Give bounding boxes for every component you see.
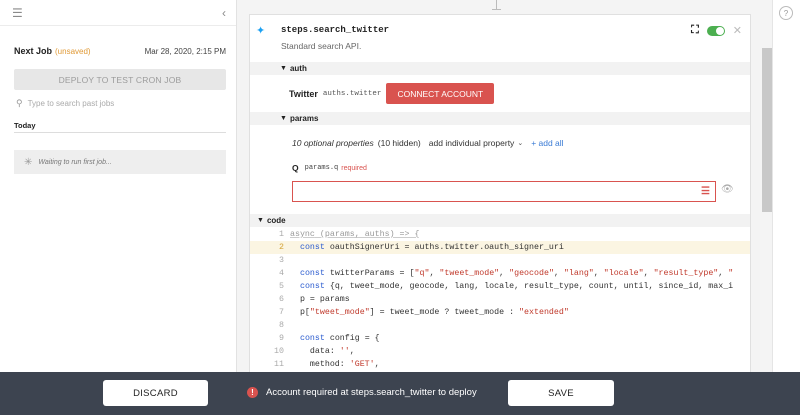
auth-section-header[interactable]: ▼ auth — [250, 62, 750, 75]
line-number: 3 — [279, 256, 284, 265]
line-number: 7 — [279, 308, 284, 317]
add-property-dropdown[interactable]: add individual property — [429, 138, 515, 148]
past-jobs-search[interactable]: ⚲ Type to search past jobs — [16, 96, 226, 110]
code-section-header[interactable]: ▼ code — [250, 214, 750, 227]
line-number: 11 — [274, 360, 284, 369]
auth-service-code: auths.twitter — [322, 89, 382, 98]
step-description: Standard search API. — [281, 41, 362, 51]
code-line: 1 async (params, auths) => { — [250, 228, 750, 241]
params-section-header[interactable]: ▼ params — [250, 112, 750, 125]
code-text: data: '', — [290, 347, 355, 356]
code-text: const twitterParams = ["q", "tweet_mode"… — [299, 269, 734, 278]
line-number: 1 — [279, 230, 284, 239]
scrollbar-thumb[interactable] — [762, 48, 772, 212]
optional-properties-row: 10 optional properties (10 hidden) add i… — [292, 138, 564, 148]
code-text: async (params, auths) => { — [290, 230, 420, 239]
code-line: 5 const {q, tweet_mode, geocode, lang, l… — [250, 280, 750, 293]
spinner-icon: ✳ — [24, 156, 33, 168]
deploy-warning: ! Account required at steps.search_twitt… — [247, 387, 477, 398]
q-required-badge: required — [341, 164, 367, 172]
next-job-label: Next Job — [14, 46, 53, 56]
close-icon[interactable]: ✕ — [733, 24, 742, 37]
collapse-triangle-icon: ▼ — [257, 217, 264, 224]
line-number: 9 — [279, 334, 284, 343]
today-heading: Today — [14, 121, 36, 130]
code-text: method: 'GET', — [290, 360, 380, 369]
deploy-test-cron-button[interactable]: DEPLOY TO TEST CRON JOB — [14, 69, 226, 90]
line-number: 4 — [279, 269, 284, 278]
params-section-label: params — [289, 114, 319, 123]
step-connector — [492, 0, 501, 10]
code-section-label: code — [266, 216, 286, 225]
q-label: Q — [292, 163, 299, 173]
step-header-controls: ⛶ ✕ — [691, 24, 742, 37]
hidden-count: (10 hidden) — [377, 138, 421, 148]
optional-properties-count: 10 optional properties — [292, 138, 374, 148]
line-number: 2 — [279, 243, 284, 252]
bottom-action-bar: DISCARD ! Account required at steps.sear… — [0, 372, 800, 415]
collapse-triangle-icon: ▼ — [280, 115, 287, 122]
collapse-panel-icon[interactable]: ‹ — [222, 6, 226, 20]
expand-icon[interactable]: ⛶ — [691, 24, 699, 37]
code-line: 3 — [250, 254, 750, 267]
waiting-job-item: ✳ Waiting to run first job... — [14, 150, 226, 174]
code-editor[interactable]: 1 async (params, auths) => { 2 const oau… — [250, 228, 750, 372]
waiting-text: Waiting to run first job... — [38, 158, 112, 166]
search-icon: ⚲ — [16, 97, 23, 108]
code-text: const {q, tweet_mode, geocode, lang, loc… — [299, 282, 734, 291]
params-body: 10 optional properties (10 hidden) add i… — [250, 125, 750, 215]
q-param-label-row: Q params.q required — [292, 163, 367, 173]
code-line: 9 const config = { — [250, 332, 750, 345]
code-text: const config = { — [299, 334, 380, 343]
q-input[interactable]: ☰ — [292, 181, 716, 202]
jobs-panel-header: ☰ ‹ — [0, 0, 236, 26]
chevron-down-icon[interactable]: ⌄ — [517, 139, 523, 147]
code-line: 10 data: '', — [250, 345, 750, 358]
line-number: 5 — [279, 282, 284, 291]
code-line: 6 p = params — [250, 293, 750, 306]
auth-service-name: Twitter — [289, 88, 318, 99]
save-button[interactable]: SAVE — [508, 380, 614, 406]
step-card: ✦ steps.search_twitter Standard search A… — [249, 14, 751, 372]
twitter-icon: ✦ — [256, 25, 266, 37]
right-sidebar — [772, 0, 800, 372]
auth-section-label: auth — [289, 64, 307, 73]
step-header: ✦ steps.search_twitter Standard search A… — [250, 15, 750, 62]
discard-button[interactable]: DISCARD — [103, 380, 208, 406]
unsaved-label: (unsaved) — [55, 46, 91, 56]
step-enabled-toggle[interactable] — [706, 25, 725, 36]
filter-settings-icon[interactable]: ☰ — [12, 6, 23, 20]
code-line: 2 const oauthSignerUri = auths.twitter.o… — [250, 241, 750, 254]
past-jobs-search-placeholder: Type to search past jobs — [27, 98, 115, 108]
hide-eye-icon[interactable]: 👁 — [721, 184, 734, 195]
help-icon[interactable]: ? — [779, 6, 793, 20]
collapse-triangle-icon: ▼ — [280, 65, 287, 72]
code-text: const oauthSignerUri = auths.twitter.oau… — [299, 243, 564, 252]
code-line: 4 const twitterParams = ["q", "tweet_mod… — [250, 267, 750, 280]
code-line: 8 — [250, 319, 750, 332]
q-path: params.q — [304, 164, 339, 172]
line-number: 10 — [274, 347, 284, 356]
divider — [14, 132, 226, 133]
code-text: p = params — [290, 295, 350, 304]
jobs-panel: ☰ ‹ Next Job (unsaved) Mar 28, 2020, 2:1… — [0, 0, 237, 372]
warning-icon: ! — [247, 387, 258, 398]
add-all-link[interactable]: + add all — [531, 138, 563, 148]
deploy-warning-text: Account required at steps.search_twitter… — [266, 387, 477, 398]
code-line: 11 method: 'GET', — [250, 358, 750, 371]
step-name[interactable]: steps.search_twitter — [281, 25, 389, 35]
line-number: 6 — [279, 295, 284, 304]
connect-account-button[interactable]: CONNECT ACCOUNT — [386, 83, 495, 104]
list-icon[interactable]: ☰ — [701, 186, 710, 197]
line-number: 8 — [279, 321, 284, 330]
next-job-date: Mar 28, 2020, 2:15 PM — [144, 46, 226, 56]
code-text: p["tweet_mode"] = tweet_mode ? tweet_mod… — [290, 308, 569, 317]
next-job-row: Next Job (unsaved) Mar 28, 2020, 2:15 PM — [0, 36, 236, 66]
auth-row: Twitter auths.twitter CONNECT ACCOUNT — [250, 75, 750, 112]
code-line: 7 p["tweet_mode"] = tweet_mode ? tweet_m… — [250, 306, 750, 319]
